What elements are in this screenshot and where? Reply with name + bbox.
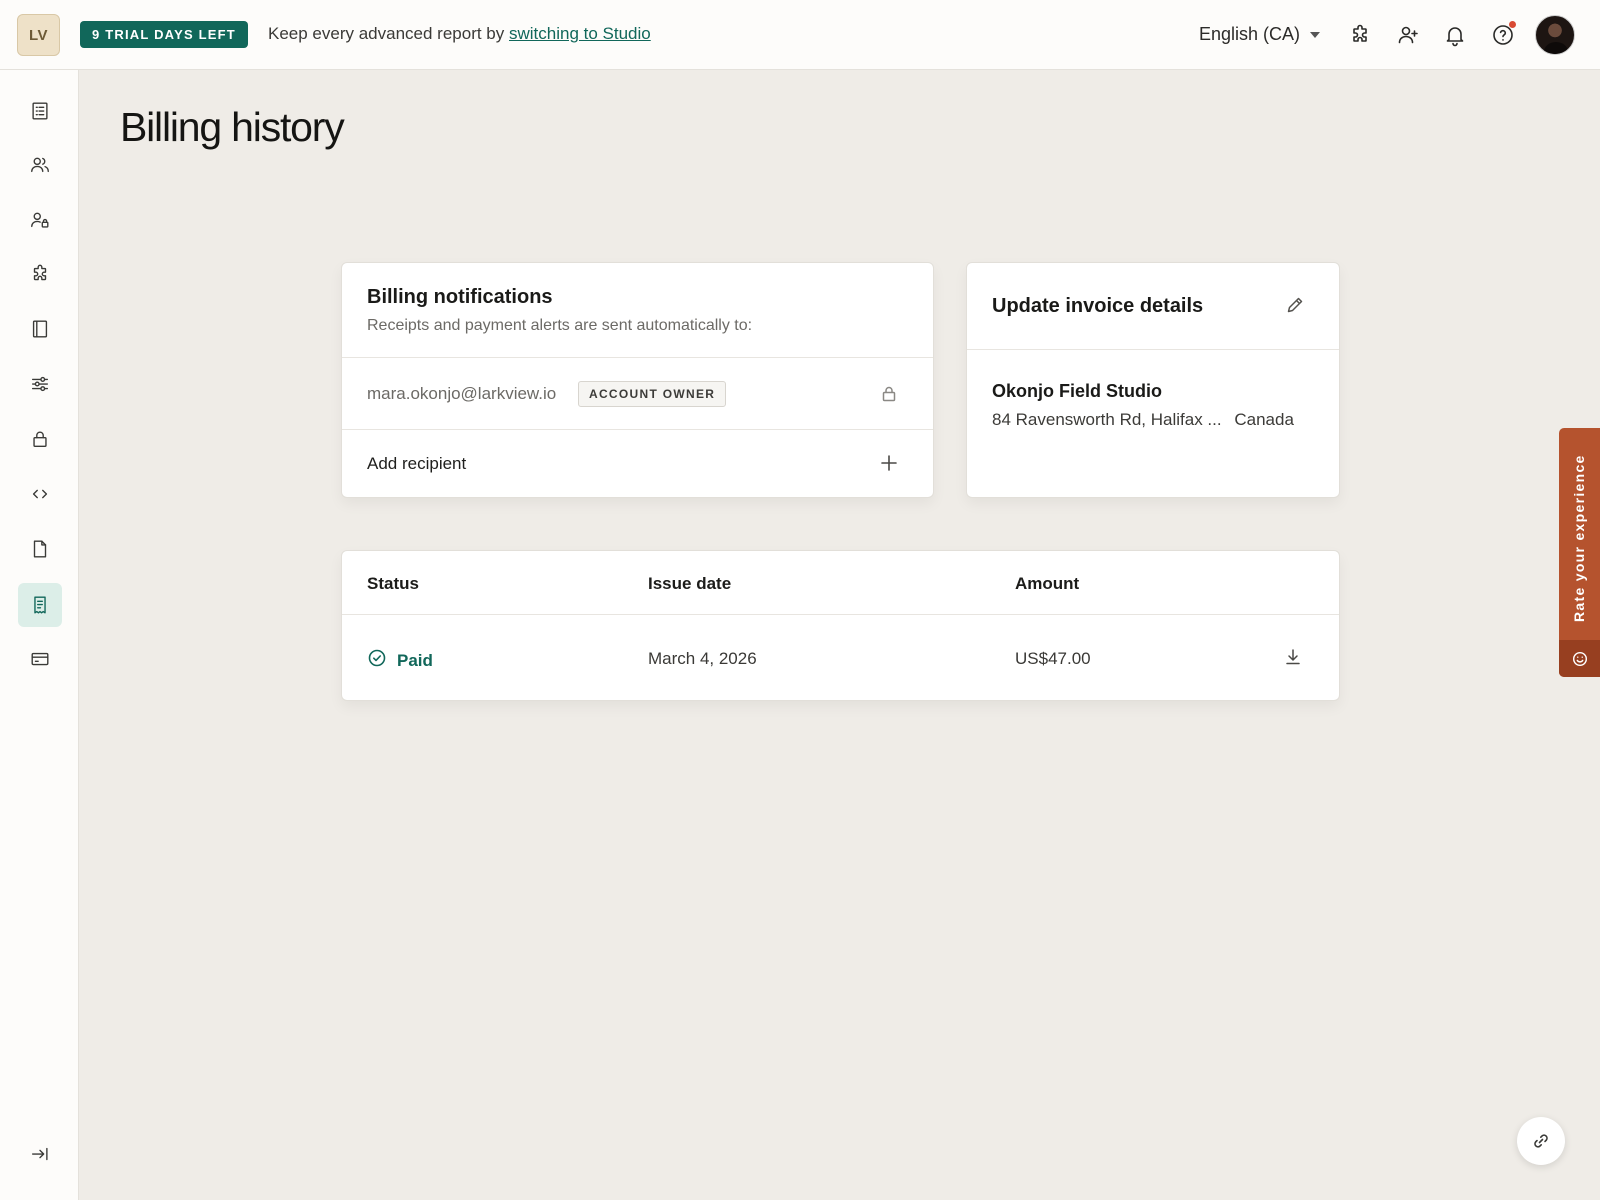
check-circle-icon xyxy=(367,648,387,673)
page-title: Billing history xyxy=(120,104,345,150)
puzzle-icon[interactable] xyxy=(1345,20,1375,50)
lock-icon xyxy=(33,431,47,448)
caret-down-icon xyxy=(1310,31,1321,38)
help-icon[interactable] xyxy=(1488,20,1518,50)
integrations-icon xyxy=(33,264,47,281)
sidebar-item-security[interactable] xyxy=(18,417,62,461)
status-paid: Paid xyxy=(397,650,433,670)
status-cell: Paid xyxy=(367,648,433,673)
account-owner-badge: ACCOUNT OWNER xyxy=(578,381,727,407)
add-user-icon[interactable] xyxy=(1393,20,1423,50)
address-country: Canada xyxy=(1234,410,1294,429)
rate-experience-tab[interactable]: Rate your experience xyxy=(1559,428,1600,677)
recipient-email: mara.okonjo@larkview.io xyxy=(367,384,557,403)
column-header-amount: Amount xyxy=(1015,574,1080,593)
billing-history-table: Status Issue date Amount Paid March 4, 2… xyxy=(341,550,1340,701)
document-icon xyxy=(33,540,47,558)
book-icon xyxy=(32,320,48,338)
edit-pencil-icon[interactable] xyxy=(1285,295,1307,317)
trial-days-badge[interactable]: 9 TRIAL DAYS LEFT xyxy=(80,21,248,48)
collapse-sidebar-button[interactable] xyxy=(18,1132,62,1176)
billing-notifications-header: Billing notifications Receipts and payme… xyxy=(342,263,933,358)
sidebar-item-integrations[interactable] xyxy=(18,252,62,296)
sidebar-item-preferences[interactable] xyxy=(18,362,62,406)
copy-link-button[interactable] xyxy=(1517,1117,1565,1165)
receipt-icon xyxy=(34,596,46,614)
collapse-sidebar-icon xyxy=(31,1147,48,1161)
users-icon xyxy=(31,157,49,173)
sidebar-item-payment-methods[interactable] xyxy=(18,637,62,681)
reports-icon xyxy=(32,102,48,120)
billing-notifications-subtitle: Receipts and payment alerts are sent aut… xyxy=(367,317,753,334)
credit-card-icon xyxy=(31,652,49,666)
sidebar-item-reports[interactable] xyxy=(18,89,62,133)
language-selector[interactable]: English (CA) xyxy=(1199,24,1321,45)
bell-icon[interactable] xyxy=(1440,20,1470,50)
company-name: Okonjo Field Studio xyxy=(992,381,1162,401)
billing-notifications-card: Billing notifications Receipts and payme… xyxy=(341,262,934,498)
top-bar: LV 9 TRIAL DAYS LEFT Keep every advanced… xyxy=(0,0,1600,70)
rate-experience-label: Rate your experience xyxy=(1571,454,1587,622)
recipient-row: mara.okonjo@larkview.io ACCOUNT OWNER xyxy=(342,358,933,430)
download-icon[interactable] xyxy=(1283,647,1305,669)
table-header: Status Issue date Amount xyxy=(342,551,1339,615)
code-icon xyxy=(32,489,48,499)
sidebar-item-developer[interactable] xyxy=(18,472,62,516)
sidebar-item-people[interactable] xyxy=(18,143,62,187)
billing-notifications-title: Billing notifications xyxy=(367,286,553,308)
invoice-details-card: Update invoice details Okonjo Field Stud… xyxy=(966,262,1340,498)
column-header-issue-date: Issue date xyxy=(648,574,732,593)
sidebar-item-access[interactable] xyxy=(18,198,62,242)
add-recipient-label: Add recipient xyxy=(367,454,467,473)
user-lock-icon xyxy=(31,212,49,228)
lock-icon xyxy=(879,384,899,404)
invoice-details-title: Update invoice details xyxy=(992,295,1204,317)
add-recipient-button[interactable]: Add recipient xyxy=(342,430,933,498)
company-address: 84 Ravensworth Rd, Halifax ... Canada xyxy=(992,410,1294,430)
plus-icon xyxy=(879,453,899,473)
promo-text: Keep every advanced report by xyxy=(268,24,505,43)
issue-date-cell: March 4, 2026 xyxy=(648,649,757,668)
sidebar xyxy=(0,70,79,1200)
sidebar-item-billing-history[interactable] xyxy=(18,583,62,627)
smiley-icon xyxy=(1559,640,1600,677)
column-header-status: Status xyxy=(367,574,419,593)
link-icon xyxy=(1534,1134,1548,1148)
user-avatar[interactable] xyxy=(1535,15,1575,55)
invoice-details-header: Update invoice details xyxy=(967,263,1339,350)
sliders-icon xyxy=(31,376,49,392)
upgrade-link[interactable]: switching to Studio xyxy=(509,24,651,43)
language-label: English (CA) xyxy=(1199,24,1301,44)
notification-dot xyxy=(1509,21,1516,28)
upgrade-promo: Keep every advanced report by switching … xyxy=(268,24,651,44)
address-line: 84 Ravensworth Rd, Halifax ... xyxy=(992,410,1222,429)
sidebar-item-guides[interactable] xyxy=(18,307,62,351)
workspace-logo[interactable]: LV xyxy=(17,14,60,56)
amount-cell: US$47.00 xyxy=(1015,649,1091,668)
table-row: Paid March 4, 2026 US$47.00 xyxy=(342,615,1339,701)
sidebar-item-documents[interactable] xyxy=(18,527,62,571)
